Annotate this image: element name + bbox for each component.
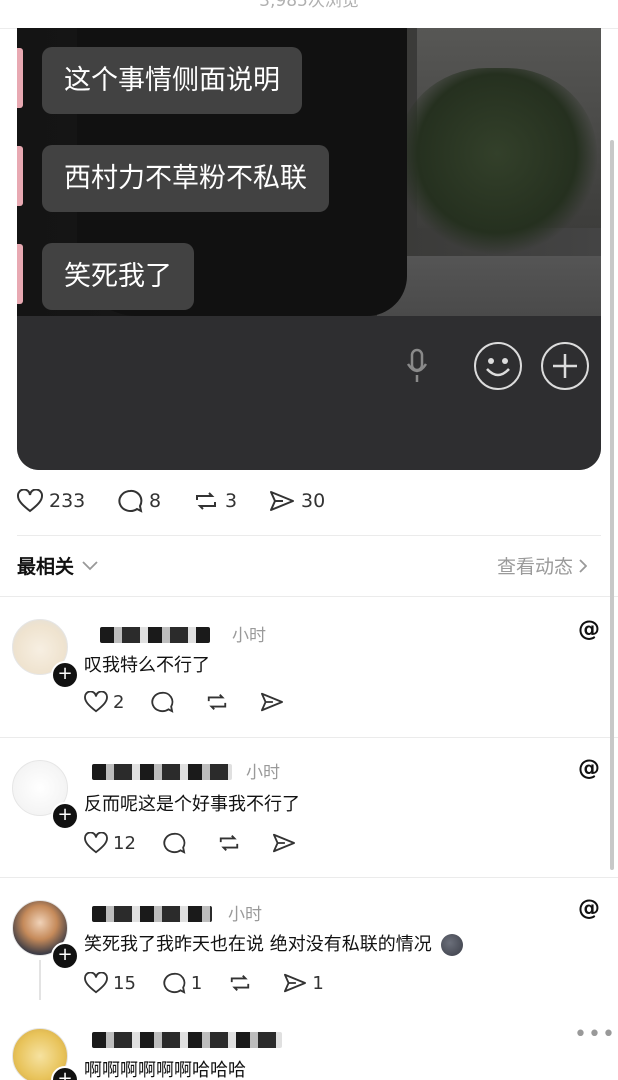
avatar-edge bbox=[17, 146, 23, 206]
comment-item: + ••• 啊啊啊啊啊啊哈哈哈 bbox=[0, 1018, 618, 1080]
sort-dropdown[interactable]: 最相关 bbox=[17, 552, 98, 579]
follow-plus-icon[interactable]: + bbox=[51, 661, 79, 689]
repost-button[interactable] bbox=[205, 691, 234, 713]
share-button[interactable] bbox=[272, 832, 301, 854]
speech-bubble-icon bbox=[163, 972, 186, 994]
chat-input-bar[interactable] bbox=[17, 316, 601, 470]
follow-plus-icon[interactable]: + bbox=[51, 942, 79, 970]
repost-button[interactable] bbox=[217, 832, 246, 854]
see-activity-label: 查看动态 bbox=[497, 556, 574, 578]
reply-count: 1 bbox=[190, 972, 203, 994]
smiley-icon[interactable] bbox=[474, 342, 522, 390]
share-count: 1 bbox=[312, 972, 324, 994]
view-count: 3,985次浏览 bbox=[259, 0, 359, 11]
comment-actions: 12 bbox=[84, 832, 301, 854]
video-player[interactable]: 这个事情侧面说明 西村力不草粉不私联 笑死我了 bbox=[17, 28, 601, 470]
speech-bubble-icon bbox=[151, 691, 174, 713]
new-moon-emoji-icon bbox=[441, 934, 464, 956]
chat-bubble: 西村力不草粉不私联 bbox=[42, 145, 329, 212]
more-options-icon[interactable]: ••• bbox=[574, 1022, 616, 1047]
comment-text-content: 笑死我了我昨天也在说 绝对没有私联的情况 bbox=[84, 934, 432, 955]
comment-time: 小时 bbox=[232, 626, 266, 646]
redacted-username bbox=[92, 1032, 282, 1048]
heart-icon bbox=[84, 832, 108, 854]
share-button[interactable]: 30 bbox=[269, 489, 325, 513]
like-button[interactable]: 233 bbox=[17, 489, 85, 513]
comment-text: 啊啊啊啊啊啊哈哈哈 bbox=[84, 1060, 246, 1080]
threads-logo-icon[interactable]: @ bbox=[578, 758, 600, 780]
speech-bubble-icon bbox=[163, 832, 186, 854]
comment-time: 小时 bbox=[228, 905, 262, 925]
background-tree bbox=[397, 68, 597, 258]
repost-icon bbox=[231, 975, 250, 991]
avatar-edge bbox=[17, 244, 23, 304]
send-icon bbox=[261, 692, 284, 712]
reply-thread-line bbox=[39, 960, 41, 1000]
chevron-right-icon bbox=[579, 558, 588, 573]
heart-icon bbox=[84, 972, 108, 994]
heart-icon bbox=[17, 489, 43, 513]
comment-text: 反而呢这是个好事我不行了 bbox=[84, 794, 300, 815]
background-road bbox=[377, 256, 601, 316]
share-count: 30 bbox=[301, 490, 326, 512]
redacted-username bbox=[92, 906, 212, 922]
repost-button[interactable] bbox=[228, 972, 257, 994]
chevron-down-icon bbox=[82, 560, 98, 570]
comment-actions: 2 bbox=[84, 691, 289, 713]
like-count: 2 bbox=[113, 691, 125, 713]
repost-icon bbox=[219, 835, 239, 851]
send-icon bbox=[270, 491, 294, 511]
chat-bubble: 笑死我了 bbox=[42, 243, 194, 310]
repost-button[interactable]: 3 bbox=[193, 489, 237, 513]
threads-logo-icon[interactable]: @ bbox=[578, 619, 600, 641]
like-button[interactable]: 12 bbox=[84, 832, 136, 854]
speech-bubble-icon bbox=[118, 489, 143, 513]
reply-button[interactable] bbox=[162, 832, 191, 854]
repost-icon bbox=[196, 492, 216, 510]
like-count: 12 bbox=[113, 832, 136, 854]
comment-button[interactable]: 8 bbox=[117, 489, 161, 513]
like-button[interactable]: 15 bbox=[84, 972, 136, 994]
like-count: 15 bbox=[113, 972, 136, 994]
redacted-username bbox=[92, 764, 232, 780]
threads-logo-icon[interactable]: @ bbox=[578, 898, 600, 920]
send-icon bbox=[272, 833, 295, 853]
microphone-icon[interactable] bbox=[405, 346, 429, 386]
comment-item: + 小时 @ 叹我特么不行了 2 bbox=[0, 597, 618, 737]
see-activity-link[interactable]: 查看动态 bbox=[497, 552, 588, 579]
reply-button[interactable]: 1 bbox=[162, 972, 202, 994]
sort-label: 最相关 bbox=[17, 556, 75, 578]
like-button[interactable]: 2 bbox=[84, 691, 124, 713]
comment-item: + 小时 @ 反而呢这是个好事我不行了 12 bbox=[0, 738, 618, 878]
comment-actions: 15 1 1 bbox=[84, 972, 324, 994]
send-icon bbox=[284, 973, 307, 993]
repost-icon bbox=[208, 694, 227, 710]
divider bbox=[17, 535, 601, 536]
comment-count: 8 bbox=[149, 490, 162, 512]
heart-icon bbox=[84, 691, 108, 713]
follow-plus-icon[interactable]: + bbox=[51, 802, 79, 830]
comment-text: 叹我特么不行了 bbox=[84, 655, 210, 676]
comment-item: + 小时 @ 笑死我了我昨天也在说 绝对没有私联的情况 15 1 1 bbox=[0, 878, 618, 1018]
top-bar: 3,985次浏览 bbox=[0, 0, 618, 29]
chat-bubble: 这个事情侧面说明 bbox=[42, 47, 302, 114]
like-count: 233 bbox=[49, 490, 86, 512]
plus-icon[interactable] bbox=[541, 342, 589, 390]
comment-time: 小时 bbox=[246, 763, 280, 783]
avatar-edge bbox=[17, 48, 23, 108]
repost-count: 3 bbox=[225, 490, 238, 512]
share-button[interactable]: 1 bbox=[283, 972, 324, 994]
reply-button[interactable] bbox=[150, 691, 179, 713]
share-button[interactable] bbox=[260, 691, 289, 713]
redacted-username bbox=[100, 627, 210, 643]
scrollbar[interactable] bbox=[610, 140, 614, 870]
comment-text: 笑死我了我昨天也在说 绝对没有私联的情况 bbox=[84, 930, 464, 956]
